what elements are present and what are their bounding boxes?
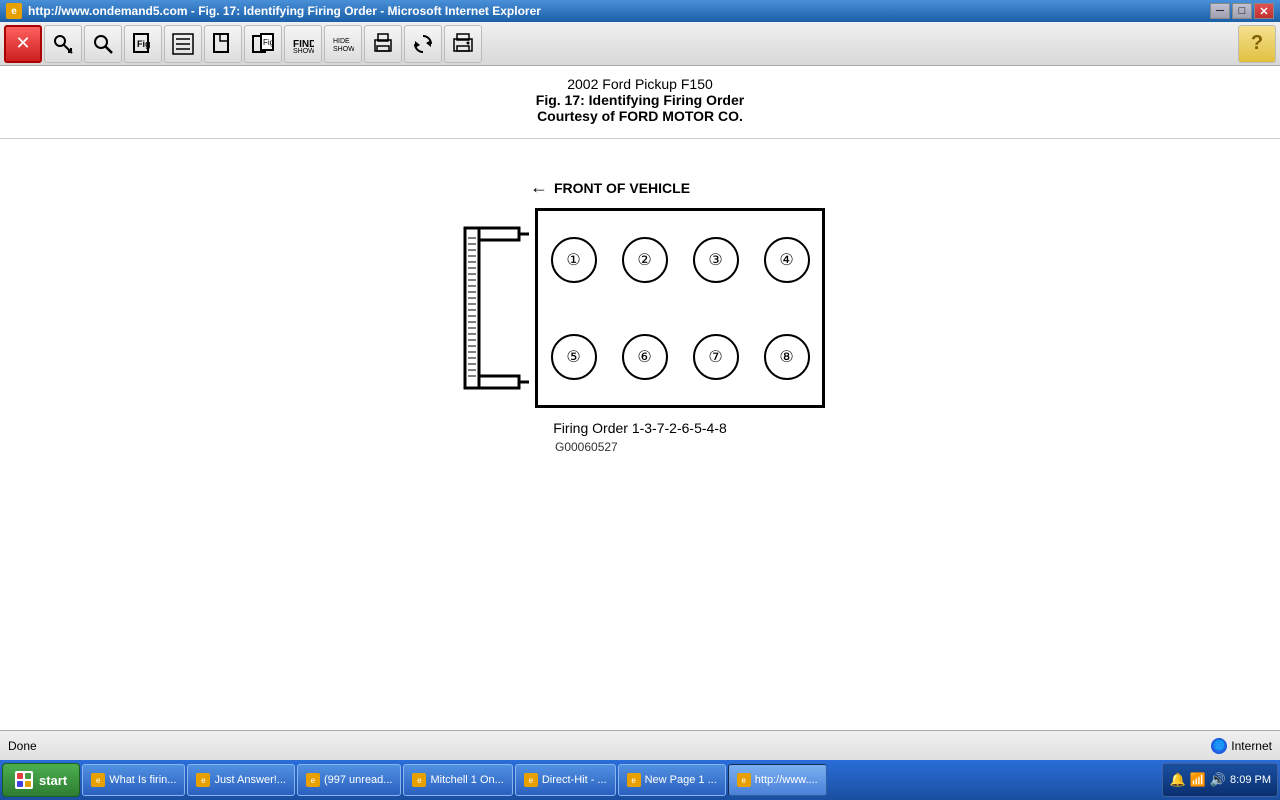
figure-button[interactable]: Fig [124, 25, 162, 63]
tray-icon-2: 📶 [1190, 772, 1206, 788]
start-button[interactable]: start [2, 763, 80, 797]
taskbar-icon-0: e [91, 773, 105, 787]
toolbar: ✕ Fig Fig FINDSHOW HIDESHOW ? [0, 22, 1280, 66]
close-toolbar-button[interactable]: ✕ [4, 25, 42, 63]
key-button[interactable] [44, 25, 82, 63]
svg-text:Fig: Fig [263, 38, 274, 47]
start-label: start [39, 773, 67, 788]
content-area: 2002 Ford Pickup F150 Fig. 17: Identifyi… [0, 66, 1280, 730]
taskbar-icon-5: e [627, 773, 641, 787]
taskbar-label-1: Just Answer!... [214, 774, 286, 786]
taskbar-item-4[interactable]: e Direct-Hit - ... [515, 764, 616, 796]
help-button[interactable]: ? [1238, 25, 1276, 63]
cylinder-1: ① [538, 211, 609, 308]
system-tray: 🔔 📶 🔊 8:09 PM [1162, 763, 1278, 797]
front-label-text: FRONT OF VEHICLE [554, 180, 690, 196]
title-bar: e http://www.ondemand5.com - Fig. 17: Id… [0, 0, 1280, 22]
close-button[interactable]: ✕ [1254, 3, 1274, 19]
divider [0, 138, 1280, 139]
title-bar-buttons: ─ □ ✕ [1210, 3, 1274, 19]
tray-time: 8:09 PM [1230, 774, 1271, 786]
cylinder-7: ⑦ [680, 308, 751, 405]
taskbar-label-2: (997 unread... [324, 774, 393, 786]
svg-text:SHOW: SHOW [333, 46, 354, 53]
taskbar-item-5[interactable]: e New Page 1 ... [618, 764, 726, 796]
taskbar-item-1[interactable]: e Just Answer!... [187, 764, 295, 796]
taskbar-label-6: http://www.... [755, 774, 818, 786]
taskbar-icon-3: e [412, 773, 426, 787]
taskbar-label-3: Mitchell 1 On... [430, 774, 503, 786]
page-title: 2002 Ford Pickup F150 Fig. 17: Identifyi… [536, 76, 744, 124]
cylinder-6: ⑥ [609, 308, 680, 405]
cylinder-4-circle: ④ [764, 237, 810, 283]
engine-block: ① ② ③ ④ ⑤ ⑥ ⑦ [535, 208, 825, 408]
win-quad-2 [25, 773, 31, 779]
refresh-button[interactable] [404, 25, 442, 63]
win-quad-4 [25, 781, 31, 787]
part-number: G00060527 [555, 440, 618, 454]
maximize-button[interactable]: □ [1232, 3, 1252, 19]
cylinder-3-circle: ③ [693, 237, 739, 283]
print1-button[interactable] [364, 25, 402, 63]
taskbar-icon-2: e [306, 773, 320, 787]
firing-order-text: Firing Order 1-3-7-2-6-5-4-8 [553, 420, 727, 436]
taskbar-icon-4: e [524, 773, 538, 787]
title-bar-icon: e [6, 3, 22, 19]
minimize-button[interactable]: ─ [1210, 3, 1230, 19]
taskbar-item-0[interactable]: e What Is firin... [82, 764, 185, 796]
cylinder-2: ② [609, 211, 680, 308]
taskbar-icon-1: e [196, 773, 210, 787]
cylinder-6-circle: ⑥ [622, 334, 668, 380]
title-line2: Fig. 17: Identifying Firing Order [536, 92, 744, 108]
title-line1: 2002 Ford Pickup F150 [536, 76, 744, 92]
taskbar: start e What Is firin... e Just Answer!.… [0, 760, 1280, 800]
tray-icon-1: 🔔 [1169, 772, 1185, 788]
diagram-area: ← FRONT OF VEHICLE [455, 177, 825, 454]
crankshaft-drawing [455, 208, 535, 408]
svg-text:Fig: Fig [137, 39, 151, 49]
taskbar-label-4: Direct-Hit - ... [542, 774, 607, 786]
cylinder-3: ③ [680, 211, 751, 308]
find-button[interactable]: FINDSHOW [284, 25, 322, 63]
search-button[interactable] [84, 25, 122, 63]
title-line3: Courtesy of FORD MOTOR CO. [536, 108, 744, 124]
taskbar-item-3[interactable]: e Mitchell 1 On... [403, 764, 512, 796]
taskbar-icon-6: e [737, 773, 751, 787]
status-text: Done [8, 739, 1211, 753]
engine-diagram: ① ② ③ ④ ⑤ ⑥ ⑦ [455, 208, 825, 408]
fig2-button[interactable]: Fig [244, 25, 282, 63]
cylinder-2-circle: ② [622, 237, 668, 283]
arrow-icon: ← [530, 177, 548, 198]
taskbar-label-0: What Is firin... [109, 774, 176, 786]
cylinder-8-circle: ⑧ [764, 334, 810, 380]
tray-icon-3: 🔊 [1210, 772, 1226, 788]
cylinder-8: ⑧ [751, 308, 822, 405]
internet-icon: 🌐 [1211, 738, 1227, 754]
svg-text:HIDE: HIDE [333, 38, 350, 45]
print2-button[interactable] [444, 25, 482, 63]
page-button[interactable] [204, 25, 242, 63]
status-bar: Done 🌐 Internet [0, 730, 1280, 760]
title-bar-text: http://www.ondemand5.com - Fig. 17: Iden… [28, 4, 1210, 18]
taskbar-label-5: New Page 1 ... [645, 774, 717, 786]
cylinder-4: ④ [751, 211, 822, 308]
taskbar-item-2[interactable]: e (997 unread... [297, 764, 402, 796]
windows-icon [15, 771, 33, 789]
cylinder-1-circle: ① [551, 237, 597, 283]
status-internet: 🌐 Internet [1211, 738, 1272, 754]
taskbar-item-6[interactable]: e http://www.... [728, 764, 827, 796]
internet-label: Internet [1231, 739, 1272, 753]
cylinder-5-circle: ⑤ [551, 334, 597, 380]
hideshow-button[interactable]: HIDESHOW [324, 25, 362, 63]
svg-text:SHOW: SHOW [293, 48, 314, 55]
front-label: ← FRONT OF VEHICLE [530, 177, 690, 198]
cylinder-5: ⑤ [538, 308, 609, 405]
win-quad-1 [17, 773, 23, 779]
win-quad-3 [17, 781, 23, 787]
cylinder-7-circle: ⑦ [693, 334, 739, 380]
list-button[interactable] [164, 25, 202, 63]
